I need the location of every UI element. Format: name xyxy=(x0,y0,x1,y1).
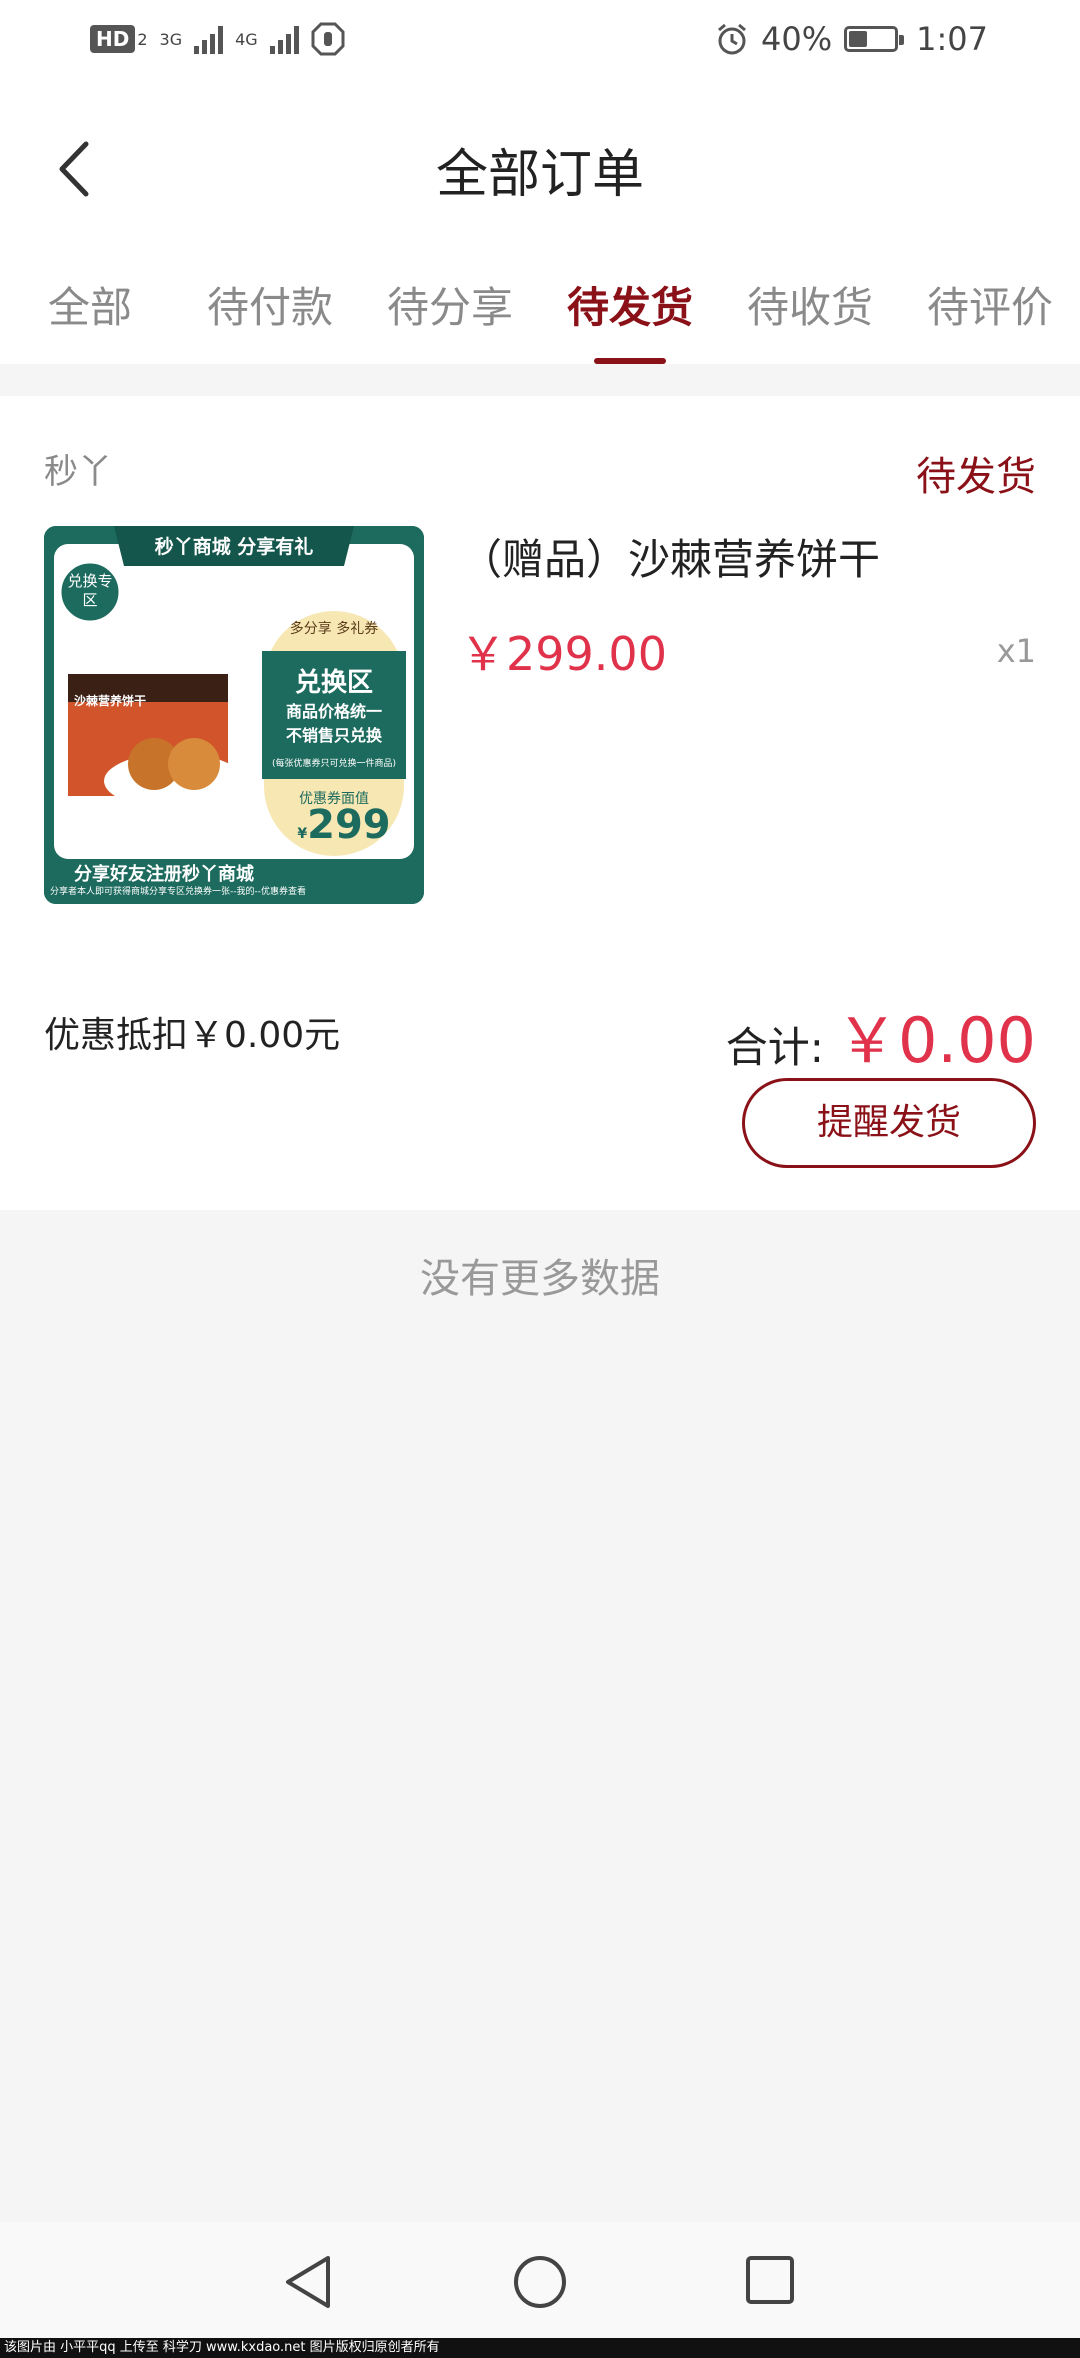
product-price: ￥299.00 xyxy=(460,627,667,681)
status-left: HD 2 3G 4G xyxy=(90,22,345,56)
system-nav-bar xyxy=(0,2222,1080,2338)
clock: 1:07 xyxy=(916,20,988,58)
hd-icon: HD xyxy=(90,25,136,53)
image-coupon-value: ¥299 xyxy=(284,802,404,848)
image-banner: 秒丫商城 分享有礼 xyxy=(154,536,314,558)
order-tabs: 全部 待付款 待分享 待发货 待收货 待评价 xyxy=(0,252,1080,364)
alarm-icon xyxy=(718,23,746,55)
status-right: 40% 1:07 xyxy=(715,20,988,58)
order-status: 待发货 xyxy=(916,454,1036,500)
page-title: 全部订单 xyxy=(435,145,644,205)
nav-bar: 全部订单 xyxy=(0,86,1080,252)
image-coupon-number: 299 xyxy=(307,802,391,848)
image-box-text: 沙棘营养饼干 xyxy=(74,694,147,708)
image-pill-top: 多分享 多礼券 xyxy=(289,621,379,637)
battery-percent: 40% xyxy=(761,20,833,58)
image-zone-line1: 商品价格统一 xyxy=(285,702,382,721)
nav-back-icon[interactable] xyxy=(282,2254,334,2310)
no-more-data: 没有更多数据 xyxy=(420,1256,660,1302)
hd-sub: 2 xyxy=(137,29,148,49)
status-bar: HD 2 3G 4G 40% 1:07 xyxy=(0,0,1080,86)
total-amount: ￥0.00 xyxy=(835,1004,1036,1077)
hand-icon xyxy=(311,22,345,56)
product-image[interactable]: 秒丫商城 分享有礼 兑换专区 多分享 多礼券 兑换区 商品价格统一 不销售只兑换… xyxy=(44,526,424,904)
tab-pending-receipt[interactable]: 待收货 xyxy=(730,274,890,335)
tab-all[interactable]: 全部 xyxy=(10,274,170,335)
nav-recents-icon[interactable] xyxy=(744,2254,796,2306)
tab-pending-shipment[interactable]: 待发货 xyxy=(550,274,710,335)
total-label: 合计: xyxy=(725,1023,824,1072)
battery-icon xyxy=(844,26,905,52)
image-corner-badge: 兑换专区 xyxy=(67,572,113,609)
image-zone-title: 兑换区 xyxy=(294,668,373,698)
active-tab-indicator xyxy=(594,358,666,364)
signal-icon-2 xyxy=(269,24,299,54)
product-quantity: x1 xyxy=(996,632,1036,670)
image-bottom-line2: 分享者本人即可获得商城分享专区兑换券一张--我的--优惠券查看 xyxy=(50,887,306,897)
network-3g-label: 3G xyxy=(159,29,183,49)
image-bottom-line1: 分享好友注册秒丫商城 xyxy=(74,864,254,885)
order-total: 合计: ￥0.00 xyxy=(726,990,1036,1080)
discount-text: 优惠抵扣￥0.00元 xyxy=(44,1015,341,1056)
tab-pending-review[interactable]: 待评价 xyxy=(910,274,1070,335)
image-zone-note: (每张优惠券只可兑换一件商品) xyxy=(271,759,397,769)
tab-pending-share[interactable]: 待分享 xyxy=(370,274,530,335)
image-coupon-currency: ¥ xyxy=(297,826,308,842)
product-name[interactable]: （赠品）沙棘营养饼干 xyxy=(460,526,880,587)
image-zone-line2: 不销售只兑换 xyxy=(285,726,382,745)
nav-home-icon[interactable] xyxy=(512,2254,568,2310)
remind-shipment-button[interactable]: 提醒发货 xyxy=(742,1078,1036,1168)
watermark-footer: 该图片由 小平平qq 上传至 科学刀 www.kxdao.net 图片版权归原创… xyxy=(0,2338,1080,2358)
shop-name: 秒丫 xyxy=(44,452,112,492)
order-card[interactable]: 秒丫 待发货 秒丫商城 分享有礼 兑换专区 多分享 多礼券 兑换区 商品价格统一… xyxy=(0,396,1080,1210)
network-4g-label: 4G xyxy=(235,29,258,49)
signal-icon xyxy=(194,24,224,54)
tab-pending-payment[interactable]: 待付款 xyxy=(190,274,350,335)
